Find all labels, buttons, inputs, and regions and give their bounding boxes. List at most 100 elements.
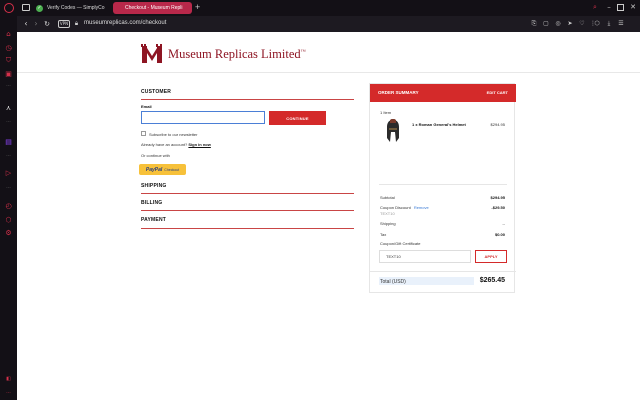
paypal-sub-text: Checkout: [164, 167, 180, 172]
separator-dots-icon: ···: [6, 185, 11, 191]
tab-verify-codes-label: Verify Codes — SimplyCo: [47, 5, 105, 11]
twitch-icon[interactable]: ▤: [4, 138, 13, 147]
coupon-input[interactable]: [379, 250, 471, 263]
history-icon[interactable]: ◷: [4, 44, 13, 53]
back-icon[interactable]: ‹: [22, 19, 30, 29]
browser-tab-bar: ✓ Verify Codes — SimplyCo Checkout - Mus…: [0, 0, 640, 16]
coupon-discount-value: -$29.50: [491, 205, 505, 210]
remove-coupon-link[interactable]: Remove: [414, 205, 429, 210]
subscribe-checkbox[interactable]: [141, 131, 146, 136]
tab-islands-icon[interactable]: [22, 4, 30, 11]
downloads-icon[interactable]: ⛉: [4, 56, 13, 65]
billing-divider: [141, 210, 354, 211]
vpn-badge[interactable]: VPN: [58, 20, 70, 28]
new-tab-button[interactable]: +: [194, 4, 201, 11]
extensions-icon[interactable]: ⬡: [4, 216, 13, 225]
player-icon[interactable]: ▷: [4, 169, 13, 178]
opera-menu-icon[interactable]: [4, 3, 14, 13]
verified-check-icon: ✓: [36, 4, 43, 12]
brand-name-text: Museum Replicas Limited: [168, 46, 301, 61]
continue-label: CONTINUE: [286, 115, 309, 121]
total-divider: [370, 271, 516, 272]
tax-label: Tax: [380, 232, 387, 237]
messenger-icon[interactable]: ▣: [4, 70, 13, 79]
tab-checkout-label: Checkout - Museum Repli: [125, 5, 183, 11]
roman-helmet-thumbnail: [387, 119, 399, 142]
continue-button[interactable]: CONTINUE: [269, 111, 326, 125]
subtotal-label: Subtotal: [380, 195, 395, 200]
separator-dots-icon: ···: [6, 83, 11, 89]
download-icon[interactable]: ⤓: [605, 20, 613, 28]
search-tabs-icon[interactable]: ⌕: [591, 3, 599, 12]
order-summary-card: ORDER SUMMARY EDIT CART 1 Item 1 x Roman…: [369, 83, 516, 293]
header-divider: [17, 72, 640, 73]
order-summary-title: ORDER SUMMARY: [378, 90, 419, 95]
browser-sidebar: ⌂ ◷ ⛉ ▣ ··· ⋏ ··· ▤ ··· ▷ ··· ◴ ⬡ ⚙ ◧ ··…: [0, 16, 17, 400]
gift-certificate-label: Coupon/Gift Certificate: [380, 241, 421, 246]
email-field[interactable]: [141, 111, 265, 124]
settings-icon[interactable]: ⚙: [4, 229, 13, 238]
coupon-code: TEXT10: [380, 211, 395, 216]
url-text: museumreplicas.com/checkout: [84, 20, 167, 26]
apply-button[interactable]: APPLY: [475, 250, 507, 263]
camera-icon[interactable]: ◎: [554, 20, 562, 28]
total-label: Total (USD): [380, 279, 406, 285]
vpn-label: VPN: [59, 21, 69, 26]
item-price: $294.95: [490, 122, 505, 127]
url-field[interactable]: museumreplicas.com/checkout: [84, 20, 166, 26]
home-icon[interactable]: ⌂: [4, 30, 13, 39]
lock-icon: 🔒︎: [74, 20, 79, 27]
tab-verify-codes[interactable]: ✓ Verify Codes — SimplyCo: [33, 2, 111, 14]
reload-icon[interactable]: ↻: [43, 19, 51, 29]
clock-icon[interactable]: ◴: [4, 202, 13, 211]
maximize-icon[interactable]: [617, 4, 624, 11]
item-count: 1 Item: [380, 110, 392, 115]
shipping-divider: [141, 193, 354, 194]
minimize-icon[interactable]: –: [605, 3, 613, 12]
aria-icon[interactable]: ···: [4, 118, 13, 127]
email-label: Email: [141, 104, 152, 109]
shipping-section-title: SHIPPING: [141, 183, 167, 189]
trademark-symbol: ™: [300, 49, 306, 55]
edit-cart-link[interactable]: EDIT CART: [487, 90, 508, 95]
bookmark-heart-icon[interactable]: ♡: [578, 20, 586, 28]
billing-section-title: BILLING: [141, 200, 163, 206]
total-value: $265.45: [479, 277, 505, 284]
ai-icon[interactable]: ⋏: [4, 104, 13, 113]
forward-icon[interactable]: ›: [32, 19, 40, 29]
items-divider: [379, 184, 507, 185]
payment-section-title: PAYMENT: [141, 217, 167, 223]
account-prompt-text: Already have an account?: [141, 142, 188, 147]
customer-section-title: CUSTOMER: [141, 89, 172, 95]
new-tab-label: +: [194, 3, 201, 11]
shipping-label: Shipping: [380, 221, 396, 226]
museum-replicas-emblem-icon: [141, 44, 162, 63]
checkout-page: Museum Replicas Limited™ CUSTOMER Email …: [17, 32, 640, 400]
send-icon[interactable]: ➤: [566, 20, 574, 28]
tax-value: $0.00: [494, 232, 505, 237]
extensions-cube-icon[interactable]: ⬡: [593, 20, 601, 28]
separator-dots-icon: ···: [6, 153, 11, 159]
snapshot-icon[interactable]: ⎘: [530, 20, 538, 28]
coupon-discount-label: Coupon Discount Remove: [380, 205, 429, 210]
more-icon[interactable]: ···: [4, 389, 13, 398]
paypal-button[interactable]: PayPal Checkout: [139, 164, 186, 175]
paypal-logo-text: PayPal: [145, 166, 163, 173]
close-window-icon[interactable]: ✕: [629, 3, 637, 12]
subscribe-label: Subscribe to our newsletter: [149, 132, 198, 137]
sign-in-link[interactable]: Sign in now: [188, 142, 210, 147]
item-name: 1 x Roman General's Helmet: [412, 122, 466, 127]
site-logo[interactable]: Museum Replicas Limited™: [141, 44, 306, 64]
wallet-icon[interactable]: ◧: [4, 375, 13, 384]
easy-setup-icon[interactable]: ☰: [617, 20, 625, 28]
account-prompt: Already have an account? Sign in now: [141, 142, 211, 147]
tab-capture-icon[interactable]: ▢: [542, 20, 550, 28]
subtotal-value: $294.95: [490, 195, 505, 200]
order-summary-header: ORDER SUMMARY EDIT CART: [370, 84, 516, 102]
or-continue-text: Or continue with: [141, 153, 170, 158]
tab-checkout[interactable]: Checkout - Museum Repli: [113, 2, 192, 14]
customer-divider: [141, 99, 354, 100]
coupon-discount-text: Coupon Discount: [380, 205, 411, 210]
brand-name: Museum Replicas Limited™: [168, 47, 306, 62]
shipping-value: --: [502, 221, 505, 226]
